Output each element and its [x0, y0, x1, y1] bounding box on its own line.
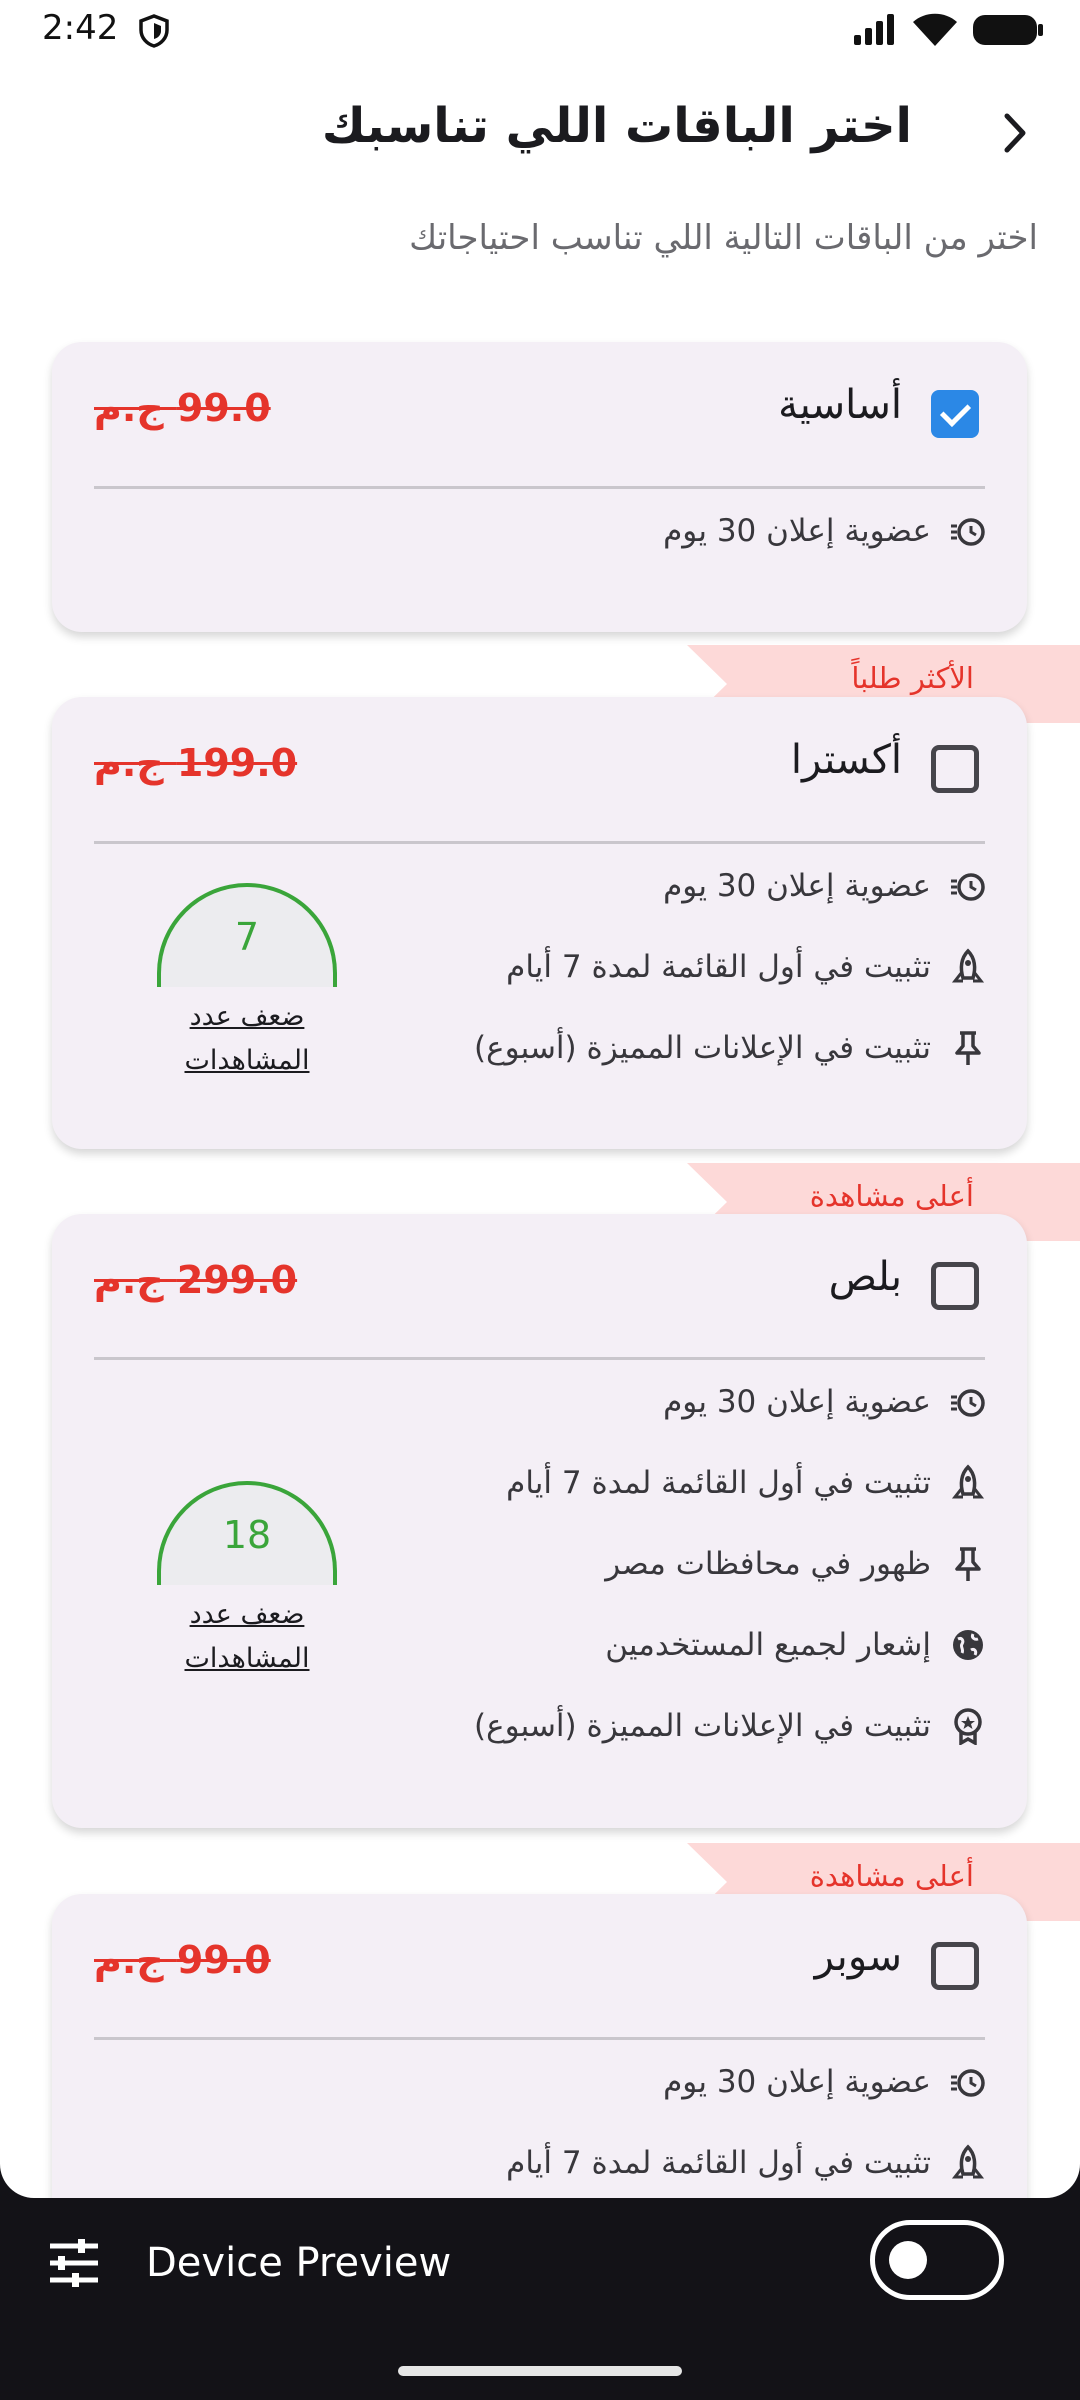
feature-item: عضوية إعلان 30 يوم	[663, 861, 987, 911]
package-checkbox[interactable]	[931, 1262, 979, 1310]
feature-item: ظهور في محافظات مصر	[605, 1539, 987, 1589]
wifi-icon	[912, 12, 958, 52]
feature-text: تثبيت في الإعلانات المميزة (أسبوع)	[474, 1708, 931, 1744]
views-multiplier-badge: 7 ضعف عدد المشاهدات	[152, 883, 342, 1083]
package-price: 299.0 ج.م	[94, 1258, 298, 1302]
package-price: 199.0 ج.م	[94, 741, 298, 785]
rocket-icon	[949, 1464, 987, 1502]
globe-icon	[949, 1626, 987, 1664]
feature-item: عضوية إعلان 30 يوم	[663, 1377, 987, 1427]
device-preview-bar: Device Preview	[0, 2198, 1080, 2400]
feature-item: تثبيت في الإعلانات المميزة (أسبوع)	[474, 1023, 987, 1073]
feature-text: تثبيت في أول القائمة لمدة 7 أيام	[506, 1465, 931, 1501]
package-price: 99.0 ج.م	[94, 1938, 271, 1982]
home-indicator[interactable]	[398, 2366, 682, 2376]
feature-item: تثبيت في أول القائمة لمدة 7 أيام	[506, 1458, 987, 1508]
chevron-right-icon	[1004, 113, 1026, 153]
package-name: أساسية	[778, 382, 902, 428]
feature-item: تثبيت في أول القائمة لمدة 7 أيام	[506, 2138, 987, 2188]
feature-text: عضوية إعلان 30 يوم	[663, 513, 931, 549]
timer-icon	[949, 512, 987, 550]
feature-item: عضوية إعلان 30 يوم	[663, 506, 987, 556]
ribbon-text: أعلى مشاهدة	[809, 1179, 974, 1213]
package-card-plus[interactable]: بلص 299.0 ج.م عضوية إعلان 30 يوم تثبيت ف…	[52, 1214, 1027, 1828]
cellular-signal-icon	[852, 13, 898, 51]
package-name: بلص	[828, 1254, 902, 1300]
timer-icon	[949, 2063, 987, 2101]
package-checkbox[interactable]	[931, 1942, 979, 1990]
views-multiplier-label[interactable]: ضعف عدد المشاهدات	[152, 1593, 342, 1681]
ribbon-text: أعلى مشاهدة	[809, 1859, 974, 1893]
views-multiplier-badge: 18 ضعف عدد المشاهدات	[152, 1481, 342, 1681]
pin-icon	[949, 1029, 987, 1067]
views-multiplier-value: 18	[222, 1513, 272, 1557]
views-multiplier-value: 7	[234, 915, 260, 959]
shield-icon	[138, 14, 170, 52]
battery-icon	[972, 12, 1044, 52]
page-title: اختر الباقات اللي تناسبك	[321, 98, 912, 154]
feature-text: تثبيت في أول القائمة لمدة 7 أيام	[506, 2145, 931, 2181]
ribbon-text: الأكثر طلباً	[851, 661, 974, 695]
tune-icon[interactable]	[46, 2238, 102, 2292]
feature-text: إشعار لجميع المستخدمين	[605, 1627, 931, 1663]
feature-item: عضوية إعلان 30 يوم	[663, 2057, 987, 2107]
package-card-basic[interactable]: أساسية 99.0 ج.م عضوية إعلان 30 يوم	[52, 342, 1027, 632]
feature-text: ظهور في محافظات مصر	[605, 1546, 931, 1582]
device-preview-label: Device Preview	[146, 2240, 452, 2286]
package-card-super[interactable]: سوبر 99.0 ج.م عضوية إعلان 30 يوم تثبيت ف…	[52, 1894, 1027, 2198]
feature-item: تثبيت في أول القائمة لمدة 7 أيام	[506, 942, 987, 992]
status-bar: 2:42	[0, 0, 1080, 62]
timer-icon	[949, 1383, 987, 1421]
feature-text: عضوية إعلان 30 يوم	[663, 2064, 931, 2100]
badge-icon	[949, 1707, 987, 1745]
rocket-icon	[949, 2144, 987, 2182]
package-checkbox-checked[interactable]	[931, 390, 979, 438]
feature-text: تثبيت في الإعلانات المميزة (أسبوع)	[474, 1030, 931, 1066]
feature-text: عضوية إعلان 30 يوم	[663, 868, 931, 904]
package-name: سوبر	[814, 1934, 902, 1980]
feature-item: تثبيت في الإعلانات المميزة (أسبوع)	[474, 1701, 987, 1751]
rocket-icon	[949, 948, 987, 986]
feature-text: عضوية إعلان 30 يوم	[663, 1384, 931, 1420]
back-button[interactable]	[990, 108, 1040, 158]
feature-text: تثبيت في أول القائمة لمدة 7 أيام	[506, 949, 931, 985]
timer-icon	[949, 867, 987, 905]
page-subtitle: اختر من الباقات التالية اللي تناسب احتيا…	[409, 218, 1038, 258]
package-card-extra[interactable]: أكسترا 199.0 ج.م عضوية إعلان 30 يوم تثبي…	[52, 697, 1027, 1149]
pin-icon	[949, 1545, 987, 1583]
device-preview-toggle[interactable]	[870, 2220, 1004, 2300]
package-checkbox[interactable]	[931, 745, 979, 793]
status-time: 2:42	[42, 8, 119, 48]
views-multiplier-label[interactable]: ضعف عدد المشاهدات	[152, 995, 342, 1083]
divider	[94, 2037, 985, 2040]
package-name: أكسترا	[790, 737, 902, 783]
app-screen: 2:42 اختر الباقات اللي تناسبك اختر من ال…	[0, 0, 1080, 2198]
divider	[94, 1357, 985, 1360]
divider	[94, 841, 985, 844]
package-price: 99.0 ج.م	[94, 386, 271, 430]
feature-item: إشعار لجميع المستخدمين	[605, 1620, 987, 1670]
divider	[94, 486, 985, 489]
